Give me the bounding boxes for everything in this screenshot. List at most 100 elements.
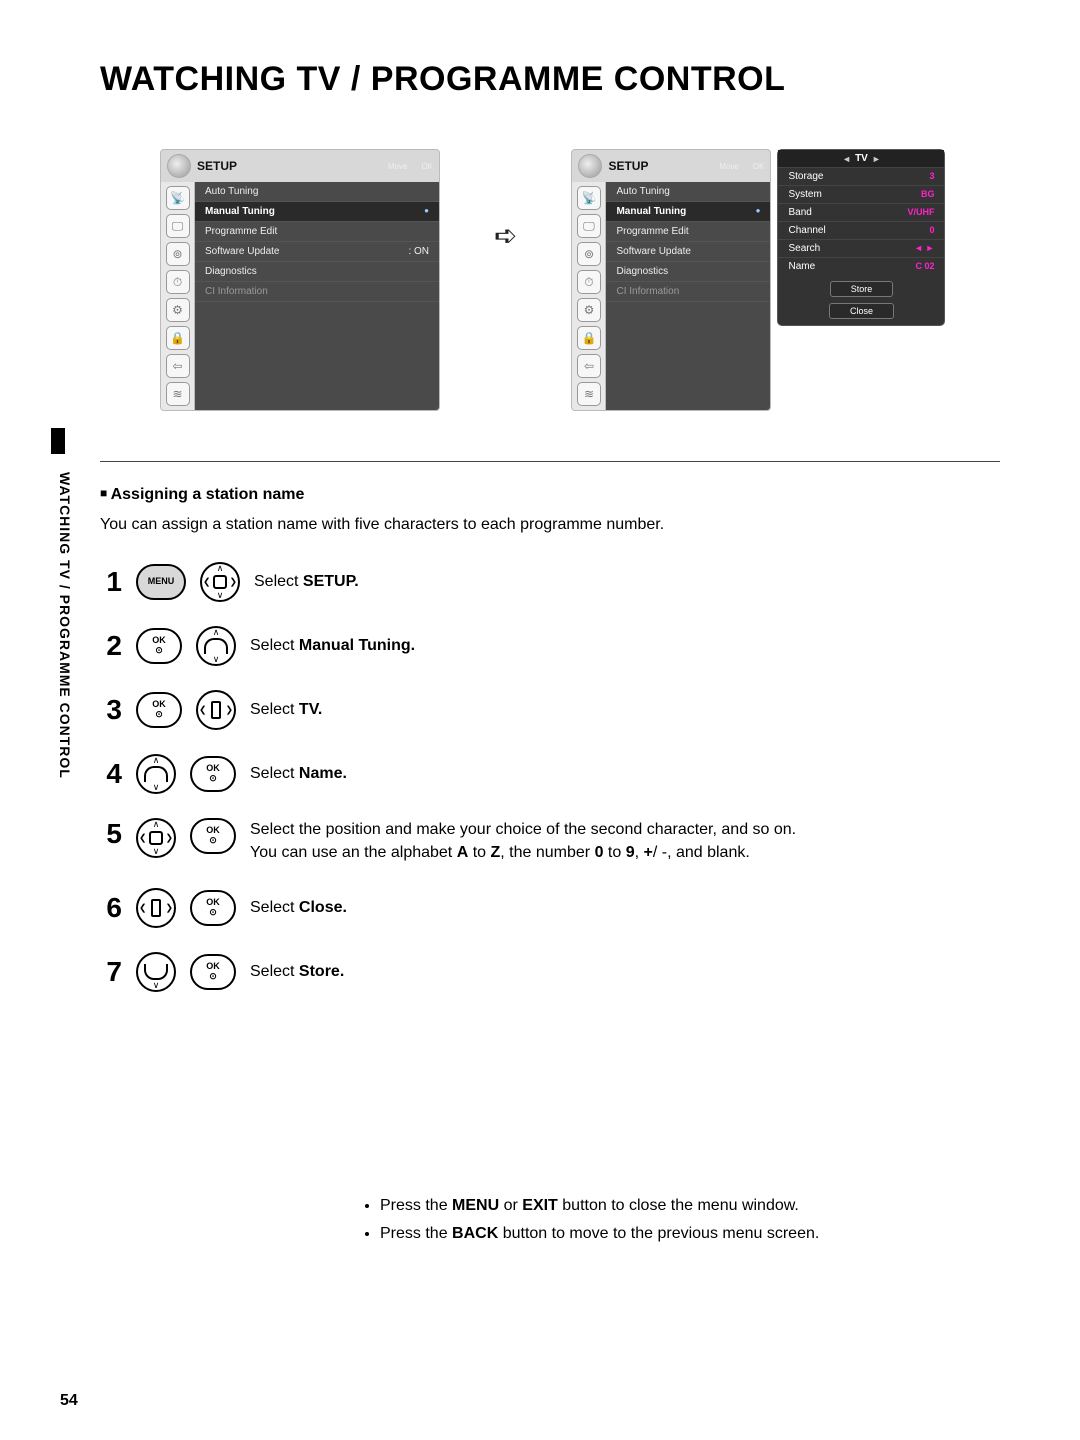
tune-value[interactable]: V/UHF [907, 207, 934, 218]
menu-remote-button-icon: MENU [136, 564, 186, 600]
ok-remote-button-icon: OK ⊙ [136, 628, 182, 664]
osd-icon-column: 📡 🖵 ⊚ ⏱ ⚙ 🔒 ⇦ ≋ [572, 182, 606, 410]
up-down-nav-icon: ∧∨ [196, 626, 236, 666]
menu-item-auto-tuning[interactable]: Auto Tuning [606, 182, 770, 202]
step-7: 7 ∨ OK ⊙ Select Store. [100, 952, 1000, 992]
screenshots-row: SETUP Move OK 📡 🖵 ⊚ ⏱ ⚙ 🔒 ⇦ ≋ Auto Tunin… [160, 149, 1000, 411]
step-text: Select TV. [250, 701, 322, 719]
audio-icon: ⊚ [577, 242, 601, 266]
menu-item-programme-edit[interactable]: Programme Edit [606, 222, 770, 242]
ok-remote-button-icon: OK ⊙ [136, 692, 182, 728]
section-heading: Assigning a station name [100, 486, 1000, 504]
option-icon: ⚙ [577, 298, 601, 322]
side-tab-label: WATCHING TV / PROGRAMME CONTROL [57, 472, 73, 779]
usb-icon: ≋ [166, 382, 190, 406]
tune-value[interactable]: BG [921, 189, 935, 200]
menu-label: Software Update [616, 246, 691, 257]
menu-value: : ON [408, 246, 429, 257]
tune-key: Name [788, 261, 815, 272]
lock-icon: 🔒 [577, 326, 601, 350]
manual-tuning-panel: ◄ TV ► Storage3 SystemBG BandV/UHF Chann… [777, 149, 945, 326]
page-title: WATCHING TV / PROGRAMME CONTROL [100, 60, 1000, 99]
osd-icon-column: 📡 🖵 ⊚ ⏱ ⚙ 🔒 ⇦ ≋ [161, 182, 195, 410]
audio-icon: ⊚ [166, 242, 190, 266]
tune-key: Band [788, 207, 811, 218]
step-text: Select SETUP. [254, 573, 359, 591]
tune-key: Channel [788, 225, 825, 236]
satellite-icon: 📡 [577, 186, 601, 210]
section-lead: You can assign a station name with five … [100, 516, 1000, 534]
menu-item-diagnostics[interactable]: Diagnostics [606, 262, 770, 282]
step-number: 6 [100, 892, 122, 924]
left-arrow-icon[interactable]: ◄ [842, 154, 851, 164]
menu-label: CI Information [616, 286, 679, 297]
side-tab: WATCHING TV / PROGRAMME CONTROL [55, 436, 81, 816]
store-button[interactable]: Store [830, 281, 894, 297]
osd-hint-ok: OK [421, 162, 433, 171]
menu-item-software-update[interactable]: Software Update [606, 242, 770, 262]
time-icon: ⏱ [166, 270, 190, 294]
footnote-line: Press the MENU or EXIT button to close t… [380, 1192, 1000, 1219]
page-number: 54 [60, 1392, 78, 1410]
right-arrow-icon[interactable]: ► [872, 154, 881, 164]
tune-key: Search [788, 243, 820, 254]
menu-item-manual-tuning[interactable]: Manual Tuning [606, 202, 770, 222]
footnote-line: Press the BACK button to move to the pre… [380, 1220, 1000, 1247]
menu-item-auto-tuning[interactable]: Auto Tuning [195, 182, 439, 202]
osd-hint-ok: OK [753, 162, 765, 171]
menu-label: Auto Tuning [616, 186, 669, 197]
menu-label: Programme Edit [616, 226, 688, 237]
menu-label: Manual Tuning [616, 206, 686, 217]
step-number: 7 [100, 956, 122, 988]
down-nav-icon: ∨ [136, 952, 176, 992]
menu-item-ci-information[interactable]: CI Information [606, 282, 770, 302]
osd-menu-list: Auto Tuning Manual Tuning Programme Edit… [606, 182, 770, 410]
step-text: Select the position and make your choice… [250, 818, 796, 864]
menu-item-programme-edit[interactable]: Programme Edit [195, 222, 439, 242]
step-number: 3 [100, 694, 122, 726]
step-text: Select Name. [250, 765, 347, 783]
tune-value[interactable]: C 02 [915, 261, 934, 272]
step-number: 2 [100, 630, 122, 662]
menu-label: Diagnostics [616, 266, 668, 277]
four-way-nav-icon: ∧∨❮❯ [200, 562, 240, 602]
setup-logo-icon [578, 154, 602, 178]
osd-hint-move: Move [388, 162, 408, 171]
menu-label: CI Information [205, 286, 268, 297]
menu-label: Programme Edit [205, 226, 277, 237]
left-right-nav-icon: ❮❯ [196, 690, 236, 730]
osd-menu-right: SETUP Move OK 📡 🖵 ⊚ ⏱ ⚙ 🔒 ⇦ ≋ [571, 149, 771, 411]
setup-logo-icon [167, 154, 191, 178]
arrow-right-icon: ➪ [494, 219, 517, 252]
menu-label: Auto Tuning [205, 186, 258, 197]
step-6: 6 ❮❯ OK ⊙ Select Close. [100, 888, 1000, 928]
menu-item-ci-information[interactable]: CI Information [195, 282, 439, 302]
menu-item-diagnostics[interactable]: Diagnostics [195, 262, 439, 282]
lock-icon: 🔒 [166, 326, 190, 350]
picture-icon: 🖵 [577, 214, 601, 238]
osd-title: SETUP [197, 159, 237, 173]
usb-icon: ≋ [577, 382, 601, 406]
ok-remote-button-icon: OK ⊙ [190, 756, 236, 792]
tune-value[interactable]: 3 [929, 171, 934, 182]
tune-key: System [788, 189, 821, 200]
menu-item-software-update[interactable]: Software Update : ON [195, 242, 439, 262]
step-4: 4 ∧∨ OK ⊙ Select Name. [100, 754, 1000, 794]
ok-remote-button-icon: OK ⊙ [190, 954, 236, 990]
step-number: 4 [100, 758, 122, 790]
step-text: Select Manual Tuning. [250, 637, 415, 655]
tune-value[interactable]: 0 [929, 225, 934, 236]
four-way-nav-icon: ∧∨❮❯ [136, 818, 176, 858]
steps-list: 1 MENU ∧∨❮❯ Select SETUP. 2 OK ⊙ ∧∨ Sele… [100, 562, 1000, 992]
step-number: 1 [100, 566, 122, 598]
close-button[interactable]: Close [829, 303, 894, 319]
footnotes: Press the MENU or EXIT button to close t… [100, 1192, 1000, 1246]
ok-remote-button-icon: OK ⊙ [190, 890, 236, 926]
step-5: 5 ∧∨❮❯ OK ⊙ Select the position and make… [100, 818, 1000, 864]
option-icon: ⚙ [166, 298, 190, 322]
tune-value[interactable]: ◄ ► [914, 243, 934, 254]
menu-item-manual-tuning[interactable]: Manual Tuning [195, 202, 439, 222]
left-right-nav-icon: ❮❯ [136, 888, 176, 928]
menu-label: Software Update [205, 246, 280, 257]
osd-menu-list: Auto Tuning Manual Tuning Programme Edit… [195, 182, 439, 410]
